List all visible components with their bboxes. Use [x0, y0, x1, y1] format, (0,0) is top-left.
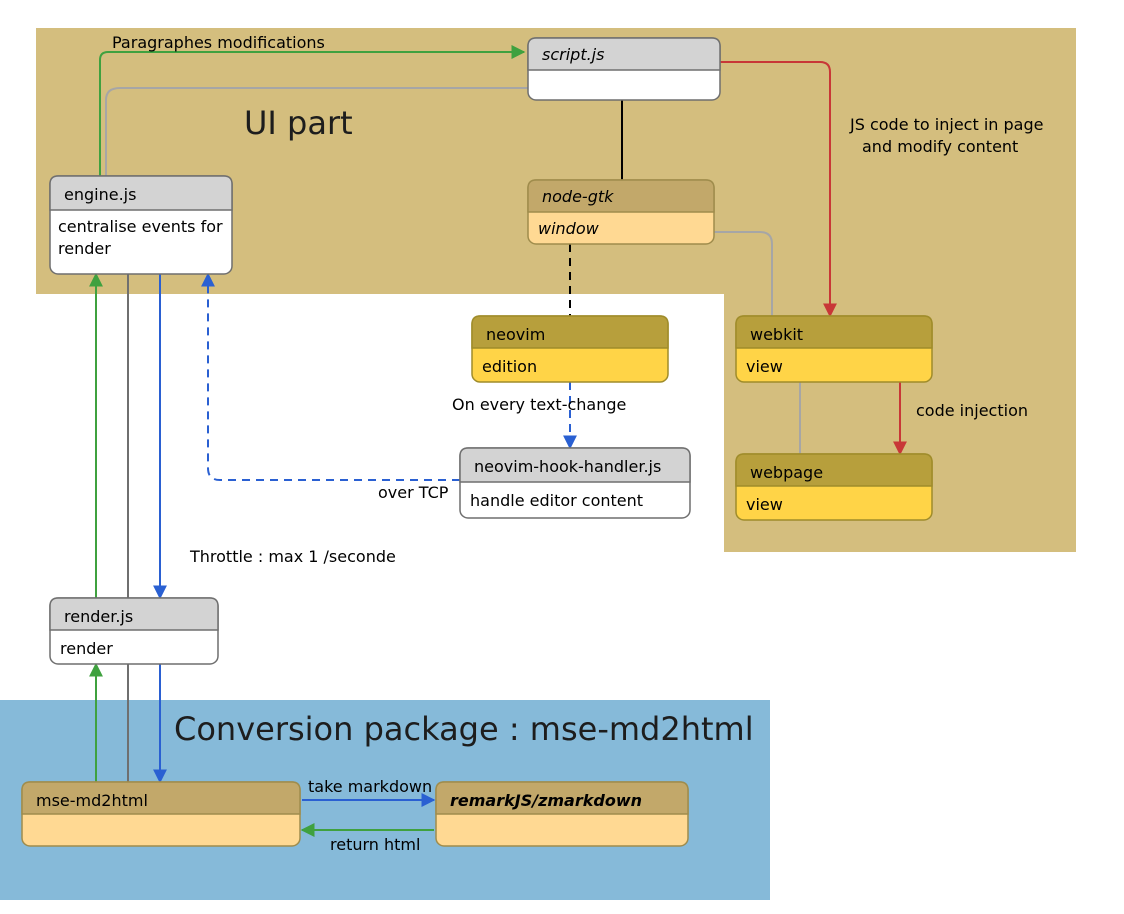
node-webpage-title: webpage: [750, 463, 823, 482]
node-nodegtk-title: node-gtk: [542, 187, 614, 206]
diagram-canvas: UI part Conversion package : mse-md2html…: [0, 0, 1124, 914]
node-webkit-body: view: [746, 357, 783, 376]
label-returnhtml: return html: [330, 835, 420, 854]
node-webpage: webpage view: [736, 454, 932, 520]
region-conversion-title: Conversion package : mse-md2html: [174, 710, 754, 748]
label-paragraphes: Paragraphes modifications: [112, 33, 325, 52]
label-jsinject-2: and modify content: [862, 137, 1018, 156]
node-renderjs-title: render.js: [64, 607, 133, 626]
node-remarkjs: remarkJS/zmarkdown: [436, 782, 688, 846]
node-scriptjs: script.js: [528, 38, 720, 100]
node-hookhandler: neovim-hook-handler.js handle editor con…: [460, 448, 690, 518]
node-nodegtk: node-gtk window: [528, 180, 714, 244]
label-overtcp: over TCP: [378, 483, 449, 502]
label-textchange: On every text-change: [452, 395, 626, 414]
node-webkit-title: webkit: [750, 325, 803, 344]
node-renderjs-body: render: [60, 639, 113, 658]
node-enginejs-body-2: render: [58, 239, 111, 258]
node-neovim-body: edition: [482, 357, 537, 376]
node-enginejs-title: engine.js: [64, 185, 136, 204]
node-enginejs-body-1: centralise events for: [58, 217, 223, 236]
node-neovim-title: neovim: [486, 325, 545, 344]
label-throttle: Throttle : max 1 /seconde: [189, 547, 396, 566]
region-ui-part-title: UI part: [244, 104, 353, 142]
edge-hook-to-engine: [208, 274, 460, 480]
label-takemd: take markdown: [308, 777, 432, 796]
node-hook-body: handle editor content: [470, 491, 643, 510]
node-remarkjs-title: remarkJS/zmarkdown: [450, 791, 642, 810]
node-neovim: neovim edition: [472, 316, 668, 382]
label-jsinject-1: JS code to inject in page: [849, 115, 1043, 134]
node-enginejs: engine.js centralise events for render: [50, 176, 232, 274]
node-hook-title: neovim-hook-handler.js: [474, 457, 661, 476]
node-nodegtk-body: window: [538, 219, 600, 238]
node-webpage-body: view: [746, 495, 783, 514]
node-msemd2html: mse-md2html: [22, 782, 300, 846]
label-codeinjection: code injection: [916, 401, 1028, 420]
node-scriptjs-title: script.js: [542, 45, 604, 64]
node-webkit: webkit view: [736, 316, 932, 382]
node-msemd2html-title: mse-md2html: [36, 791, 148, 810]
node-renderjs: render.js render: [50, 598, 218, 664]
